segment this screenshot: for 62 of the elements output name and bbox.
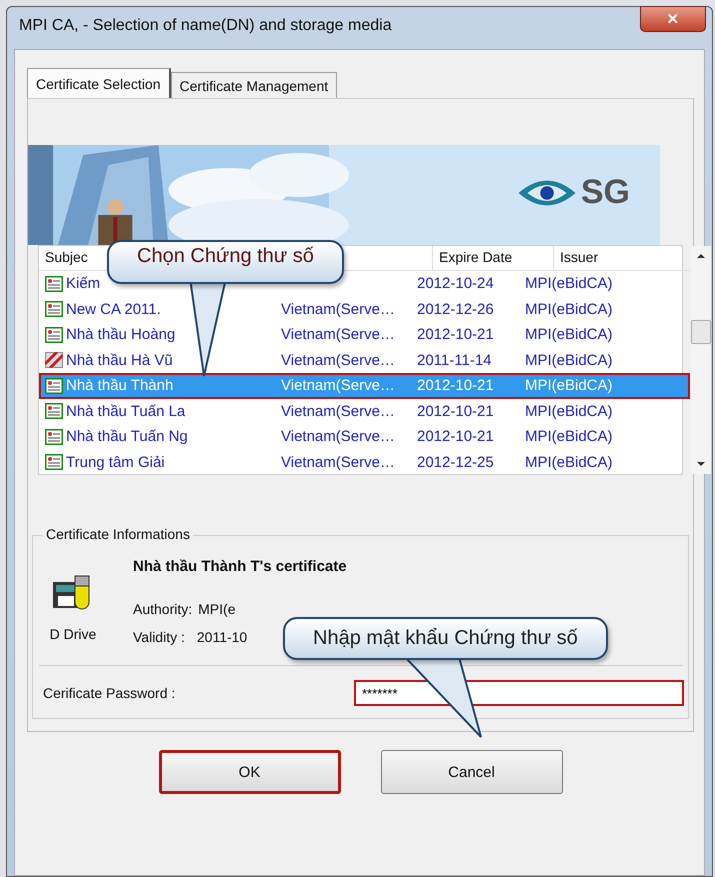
table-row[interactable]: Trung tâm Giải Vietnam(Serve… 2012-12-25 MPI(eBidCA) — [39, 450, 690, 475]
table-cell-text: MPI(eBidCA) — [524, 326, 614, 344]
table-cell: Nhà thầu Thành — [66, 377, 174, 394]
scroll-thumb[interactable] — [691, 320, 711, 344]
table-cell-text: 2012-10-21 — [416, 428, 495, 446]
tab[interactable]: Certificate Management — [170, 72, 338, 98]
table-cell-text: MPI(eBidCA) — [524, 428, 614, 446]
tab[interactable]: Certificate Selection — [27, 68, 171, 98]
table-cell: Nhà thầu Hà Vũ — [66, 352, 173, 369]
table-cell-text: 2012-10-21 — [416, 402, 495, 420]
column-header[interactable]: Expire Date — [433, 246, 554, 270]
table-cell-text: MPI(eBidCA) — [524, 454, 614, 471]
column-header[interactable]: Issuer — [554, 246, 690, 270]
table-row[interactable]: Nhà thầu Hoàng Vietnam(Serve… 2012-10-21 MPI(eBidCA) — [39, 322, 690, 348]
table-row[interactable]: New CA 2011. Vietnam(Serve… 2012-12-26 MPI(eBidCA) — [39, 296, 690, 322]
logo-text: SG — [580, 173, 630, 212]
table-cell: New CA 2011. — [66, 300, 161, 318]
column-header[interactable]: Subjec — [45, 249, 88, 265]
table-cell-text: MPI(eBidCA) — [524, 275, 614, 292]
validity-label: Validity : — [133, 629, 185, 645]
table-row[interactable]: Nhà thầu Hà Vũ Vietnam(Serve… 2011-11-14 MPI(eBidCA) — [39, 348, 690, 373]
password-label: Cerificate Password : — [43, 685, 176, 701]
authority-value: MPI(e — [198, 601, 236, 617]
table-cell-text: MPI(eBidCA) — [524, 402, 614, 420]
table-cell-text: 2011-11-14 — [416, 352, 493, 369]
validity-value: 2011-10 — [196, 629, 248, 645]
table-cell-text: 2012-12-25 — [416, 454, 495, 471]
table-cell-text: 2012-10-24 — [416, 275, 495, 292]
dialog-button[interactable]: Cancel — [380, 750, 562, 794]
drive-label: D Drive — [50, 626, 96, 642]
table-cell: Nhà thầu Tuấn La — [66, 402, 186, 420]
table-cell: Vietnam(Serve… — [281, 300, 395, 318]
table-cell: Vietnam(Serve… — [281, 454, 395, 471]
callout-text: Chọn Chứng thư số — [137, 245, 314, 267]
callout-text: Nhập mật khẩu Chứng thư số — [313, 627, 578, 649]
table-cell: Nhà thầu Tuấn Ng — [66, 428, 188, 446]
table-row[interactable]: Nhà thầu Tuấn La Vietnam(Serve… 2012-10-21 MPI(eBidCA) — [39, 398, 690, 424]
table-cell: Kiếm — [66, 275, 100, 292]
table-row[interactable]: Kiếm 2012-10-24 MPI(eBidCA) — [39, 271, 690, 296]
table-cell-text: MPI(eBidCA) — [524, 377, 614, 394]
table-cell: Trung tâm Giải — [66, 454, 165, 471]
table-cell-text: 2012-10-21 — [416, 377, 495, 394]
scroll-down-icon[interactable] — [696, 460, 706, 468]
dialog-button[interactable]: OK — [158, 750, 340, 794]
table-cell: Nhà thầu Hoàng — [66, 326, 176, 344]
table-cell: Vietnam(Serve… — [281, 352, 395, 369]
certificate-title: Nhà thầu Thành T's certificate — [133, 558, 347, 575]
table-cell-text: 2012-10-21 — [416, 326, 495, 344]
password-field[interactable]: ******* — [354, 680, 684, 706]
table-cell-text: 2012-12-26 — [416, 300, 495, 318]
table-row[interactable]: Nhà thầu Tuấn Ng Vietnam(Serve… 2012-10-21 MPI(eBidCA) — [39, 424, 690, 450]
window-title: MPI CA, - Selection of name(DN) and storage media — [19, 17, 392, 35]
table-cell-text: MPI(eBidCA) — [524, 300, 614, 318]
table-cell: Vietnam(Serve… — [281, 428, 395, 446]
group-legend: Certificate Informations — [43, 526, 193, 542]
scrollbar[interactable] — [690, 246, 711, 474]
authority-label: Authority: — [133, 601, 192, 617]
table-cell: Vietnam(Serve… — [281, 402, 395, 420]
scroll-up-icon[interactable] — [696, 252, 706, 260]
table-cell: Vietnam(Serve… — [281, 377, 395, 394]
table-cell: Vietnam(Serve… — [281, 326, 395, 344]
table-cell-text: MPI(eBidCA) — [524, 352, 614, 369]
